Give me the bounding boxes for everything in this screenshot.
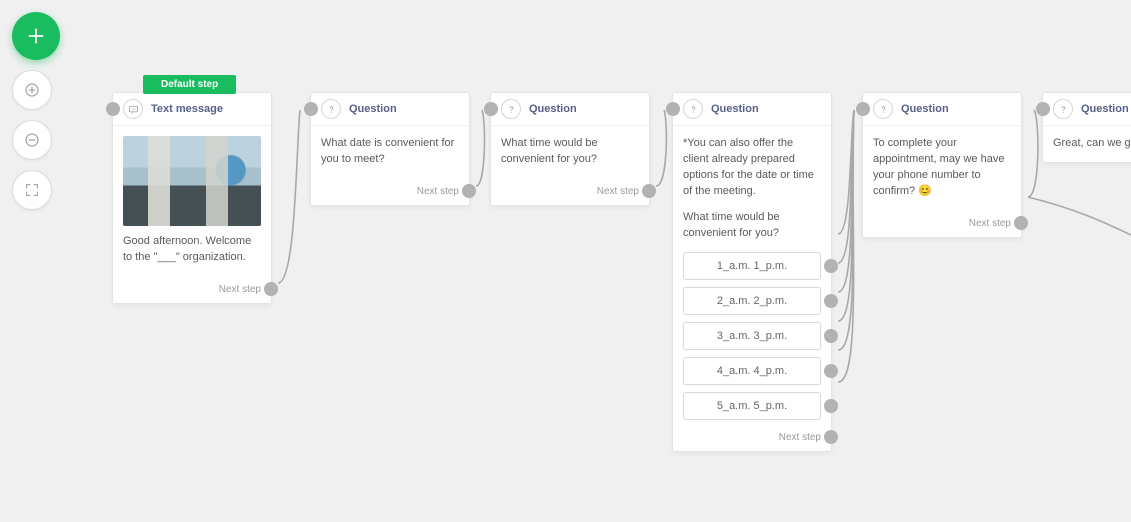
- node-title: Question: [1081, 103, 1129, 115]
- option-button[interactable]: 2_a.m. 2_p.m.: [683, 287, 821, 315]
- option-row: 3_a.m. 3_p.m.: [683, 322, 821, 350]
- default-step-tag: Default step: [143, 75, 236, 94]
- node-text-intro: *You can also offer the client already p…: [683, 136, 821, 200]
- node-body: What date is convenient for you to meet?: [311, 126, 469, 178]
- add-step-button[interactable]: [12, 12, 60, 60]
- flow-node-question[interactable]: Question To complete your appointment, m…: [862, 92, 1022, 238]
- option-button[interactable]: 5_a.m. 5_p.m.: [683, 392, 821, 420]
- out-connector[interactable]: [824, 294, 838, 308]
- flow-node-question[interactable]: Question Great, can we get you: [1042, 92, 1131, 163]
- zoom-in-button[interactable]: [12, 70, 52, 110]
- option-button[interactable]: 4_a.m. 4_p.m.: [683, 357, 821, 385]
- next-step-row[interactable]: Next step: [673, 424, 831, 451]
- out-connector[interactable]: [824, 364, 838, 378]
- flow-node-question[interactable]: Question What date is convenient for you…: [310, 92, 470, 206]
- next-step-row[interactable]: Next step: [311, 178, 469, 205]
- out-connector[interactable]: [264, 282, 278, 296]
- node-title: Question: [711, 103, 759, 115]
- next-step-row[interactable]: Next step: [113, 276, 271, 303]
- node-title: Question: [349, 103, 397, 115]
- flow-node-text[interactable]: Default step Text message Good afternoon…: [112, 92, 272, 304]
- option-button[interactable]: 1_a.m. 1_p.m.: [683, 252, 821, 280]
- canvas-toolbar: [12, 12, 60, 210]
- in-connector[interactable]: [106, 102, 120, 116]
- node-title: Question: [901, 103, 949, 115]
- in-connector[interactable]: [484, 102, 498, 116]
- next-step-row[interactable]: Next step: [491, 178, 649, 205]
- in-connector[interactable]: [856, 102, 870, 116]
- in-connector[interactable]: [1036, 102, 1050, 116]
- node-body: Good afternoon. Welcome to the "___" org…: [113, 126, 271, 276]
- node-title: Text message: [151, 103, 223, 115]
- flow-canvas[interactable]: Default step Text message Good afternoon…: [0, 0, 1131, 522]
- attached-image[interactable]: [123, 136, 261, 226]
- node-text-question: What time would be convenient for you?: [683, 210, 821, 242]
- question-icon: [321, 99, 341, 119]
- option-row: 5_a.m. 5_p.m.: [683, 392, 821, 420]
- node-body: Great, can we get you: [1043, 126, 1131, 162]
- text-message-icon: [123, 99, 143, 119]
- option-button[interactable]: 3_a.m. 3_p.m.: [683, 322, 821, 350]
- option-row: 1_a.m. 1_p.m.: [683, 252, 821, 280]
- node-header: Text message: [113, 93, 271, 126]
- in-connector[interactable]: [666, 102, 680, 116]
- node-text: Good afternoon. Welcome to the "___" org…: [123, 234, 261, 266]
- next-step-row[interactable]: Next step: [863, 210, 1021, 237]
- next-step-label: Next step: [417, 186, 459, 197]
- node-text: To complete your appointment, may we hav…: [873, 136, 1011, 200]
- node-header: Question: [311, 93, 469, 126]
- node-header: Question: [863, 93, 1021, 126]
- question-icon: [501, 99, 521, 119]
- node-text: What time would be convenient for you?: [501, 136, 639, 168]
- option-row: 2_a.m. 2_p.m.: [683, 287, 821, 315]
- zoom-out-button[interactable]: [12, 120, 52, 160]
- question-icon: [1053, 99, 1073, 119]
- node-body: *You can also offer the client already p…: [673, 126, 831, 244]
- out-connector[interactable]: [462, 184, 476, 198]
- node-header: Question: [491, 93, 649, 126]
- node-text: Great, can we get you: [1053, 136, 1131, 152]
- fit-screen-button[interactable]: [12, 170, 52, 210]
- out-connector[interactable]: [824, 399, 838, 413]
- question-icon: [683, 99, 703, 119]
- options-list: 1_a.m. 1_p.m. 2_a.m. 2_p.m. 3_a.m. 3_p.m…: [673, 252, 831, 424]
- next-step-label: Next step: [969, 218, 1011, 229]
- out-connector[interactable]: [642, 184, 656, 198]
- node-title: Question: [529, 103, 577, 115]
- option-row: 4_a.m. 4_p.m.: [683, 357, 821, 385]
- node-header: Question: [1043, 93, 1131, 126]
- next-step-label: Next step: [219, 284, 261, 295]
- next-step-label: Next step: [779, 432, 821, 443]
- in-connector[interactable]: [304, 102, 318, 116]
- flow-node-question[interactable]: Question What time would be convenient f…: [490, 92, 650, 206]
- node-text: What date is convenient for you to meet?: [321, 136, 459, 168]
- node-header: Question: [673, 93, 831, 126]
- out-connector[interactable]: [1014, 216, 1028, 230]
- node-body: What time would be convenient for you?: [491, 126, 649, 178]
- flow-node-question[interactable]: Question *You can also offer the client …: [672, 92, 832, 452]
- node-body: To complete your appointment, may we hav…: [863, 126, 1021, 210]
- next-step-label: Next step: [597, 186, 639, 197]
- out-connector[interactable]: [824, 329, 838, 343]
- out-connector[interactable]: [824, 259, 838, 273]
- question-icon: [873, 99, 893, 119]
- out-connector[interactable]: [824, 430, 838, 444]
